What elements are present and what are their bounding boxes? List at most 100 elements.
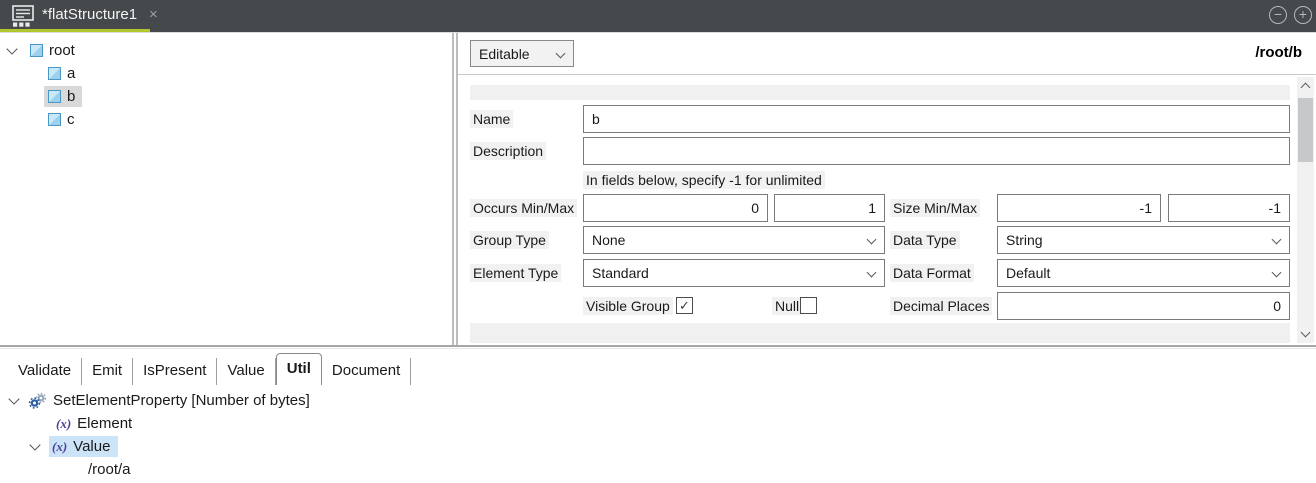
- edit-mode-select[interactable]: Editable: [470, 40, 574, 67]
- chevron-down-icon: [556, 49, 566, 59]
- properties-form: Name Description In fields below, specif…: [458, 75, 1298, 345]
- expand-plus-button[interactable]: +: [1294, 6, 1312, 24]
- scroll-up-button[interactable]: [1297, 77, 1314, 94]
- tree-item-value[interactable]: (x) Value: [0, 435, 1316, 458]
- script-tabs: Validate Emit IsPresent Value Util Docum…: [8, 357, 411, 385]
- script-panel: Validate Emit IsPresent Value Util Docum…: [0, 349, 1316, 483]
- tab-close-icon[interactable]: ×: [149, 7, 158, 22]
- description-label: Description: [470, 142, 546, 160]
- fx-icon: (x): [56, 416, 71, 432]
- data-format-value: Default: [1006, 265, 1050, 281]
- tree-item-label: SetElementProperty [Number of bytes]: [53, 392, 310, 409]
- occurs-size-row: Occurs Min/Max Size Min/Max: [470, 194, 1290, 222]
- tree-item-b[interactable]: b: [0, 85, 452, 108]
- tab-emit[interactable]: Emit: [82, 358, 133, 385]
- element-type-select[interactable]: Standard: [583, 259, 885, 287]
- data-type-select[interactable]: String: [997, 226, 1290, 254]
- group-type-value: None: [592, 232, 625, 248]
- window-buttons: − +: [1269, 6, 1312, 24]
- checkbox-row: Visible Group ✓ Null Decimal Places: [470, 292, 1290, 320]
- size-minmax-label: Size Min/Max: [890, 199, 980, 217]
- titlebar: *flatStructure1 × − +: [0, 0, 1316, 32]
- schema-tree-panel: root a: [0, 33, 454, 345]
- visible-group-checkbox[interactable]: ✓: [676, 297, 693, 314]
- tree-item-root[interactable]: root: [0, 39, 452, 62]
- data-format-label: Data Format: [890, 264, 974, 282]
- decimal-places-label: Decimal Places: [890, 297, 992, 315]
- chevron-down-icon[interactable]: [6, 43, 17, 54]
- flat-structure-icon: [10, 4, 36, 28]
- null-label: Null: [772, 297, 802, 315]
- chevron-down-icon[interactable]: [8, 393, 19, 404]
- data-type-label: Data Type: [890, 231, 960, 249]
- document-tab[interactable]: *flatStructure1 ×: [42, 0, 158, 29]
- util-tree: SetElementProperty [Number of bytes] (x)…: [0, 389, 1316, 481]
- element-type-format-row: Element Type Standard Data Format Defaul…: [470, 259, 1290, 287]
- tree-item-label: /root/a: [88, 461, 131, 478]
- tab-ispresent[interactable]: IsPresent: [133, 358, 217, 385]
- edit-mode-value: Editable: [479, 46, 530, 62]
- occurs-min-input[interactable]: [583, 194, 768, 222]
- tab-validate[interactable]: Validate: [8, 358, 82, 385]
- visible-group-label: Visible Group: [583, 297, 673, 315]
- tab-util[interactable]: Util: [276, 353, 322, 385]
- data-format-select[interactable]: Default: [997, 259, 1290, 287]
- tree-item-label: Value: [73, 438, 110, 455]
- unlimited-hint: In fields below, specify -1 for unlimite…: [583, 171, 825, 189]
- element-icon: [48, 67, 61, 80]
- null-checkbox[interactable]: [800, 297, 817, 314]
- group-type-select[interactable]: None: [583, 226, 885, 254]
- tab-document[interactable]: Document: [322, 358, 411, 385]
- gears-icon: [28, 392, 47, 410]
- chevron-down-icon: [1272, 235, 1282, 245]
- name-label: Name: [470, 110, 513, 128]
- size-max-input[interactable]: [1168, 194, 1290, 222]
- scroll-down-button[interactable]: [1297, 326, 1314, 343]
- properties-header: Editable /root/b: [458, 33, 1316, 75]
- horizontal-splitter[interactable]: [0, 345, 1316, 347]
- tree-selection: b: [44, 86, 82, 107]
- tree-item-element[interactable]: (x) Element: [0, 412, 1316, 435]
- fx-icon: (x): [52, 439, 67, 455]
- description-input[interactable]: [583, 137, 1290, 165]
- element-type-value: Standard: [592, 265, 649, 281]
- collapse-minus-button[interactable]: −: [1269, 6, 1287, 24]
- main-area: root a: [0, 32, 1316, 345]
- tree-item-c[interactable]: c: [0, 108, 452, 131]
- tree-item-root-a[interactable]: /root/a: [0, 458, 1316, 481]
- chevron-down-icon: [1272, 268, 1282, 278]
- element-icon: [48, 113, 61, 126]
- name-input[interactable]: [583, 105, 1290, 133]
- tree-item-label: c: [67, 111, 75, 128]
- hint-row: In fields below, specify -1 for unlimite…: [470, 171, 1290, 191]
- occurs-max-input[interactable]: [774, 194, 885, 222]
- occurs-minmax-label: Occurs Min/Max: [470, 199, 577, 217]
- tree-item-label: Element: [77, 415, 132, 432]
- vertical-scrollbar[interactable]: [1297, 77, 1314, 343]
- form-spacer-strip: [470, 323, 1290, 343]
- decimal-places-input[interactable]: [997, 292, 1290, 320]
- tree-item-label: root: [49, 42, 75, 59]
- element-path: /root/b: [1255, 44, 1302, 61]
- tree-item-a[interactable]: a: [0, 62, 452, 85]
- tree-selection: (x) Value: [49, 436, 118, 457]
- element-icon: [48, 90, 61, 103]
- app-window: *flatStructure1 × − +: [0, 0, 1316, 483]
- group-data-type-row: Group Type None Data Type String: [470, 226, 1290, 254]
- tree-item-label: a: [67, 65, 75, 82]
- chevron-down-icon: [867, 235, 877, 245]
- scrollbar-thumb[interactable]: [1298, 98, 1313, 162]
- element-icon: [30, 44, 43, 57]
- properties-panel: Editable /root/b Name Description: [456, 33, 1316, 345]
- group-type-label: Group Type: [470, 231, 549, 249]
- chevron-down-icon[interactable]: [29, 439, 40, 450]
- data-type-value: String: [1006, 232, 1043, 248]
- name-row: Name: [470, 105, 1290, 133]
- form-spacer-strip: [470, 85, 1290, 100]
- tree-item-label: b: [67, 88, 75, 105]
- chevron-up-icon: [1301, 83, 1311, 93]
- size-min-input[interactable]: [997, 194, 1161, 222]
- document-tab-label: *flatStructure1: [42, 6, 137, 23]
- tab-value[interactable]: Value: [217, 358, 275, 385]
- tree-item-setelementproperty[interactable]: SetElementProperty [Number of bytes]: [0, 389, 1316, 412]
